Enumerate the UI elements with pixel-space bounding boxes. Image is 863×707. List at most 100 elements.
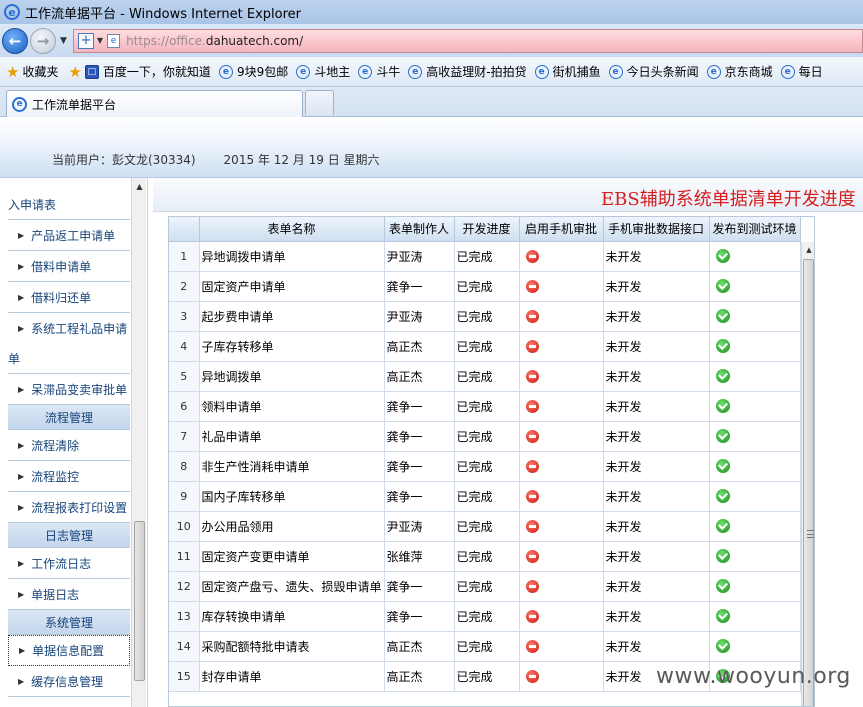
progress-cell: 已完成 xyxy=(454,301,520,332)
table-row[interactable]: 1 异地调拨申请单 尹亚涛 已完成 未开发 xyxy=(169,241,801,272)
ie-page-icon: e xyxy=(706,64,721,79)
sidebar-item[interactable]: ▶ 借料归还单 xyxy=(8,282,130,313)
sidebar-item[interactable]: ▶ 流程清除 xyxy=(8,430,130,461)
favorite-link[interactable]: e 每日 xyxy=(780,63,823,80)
table-row[interactable]: 10 办公用品领用 尹亚涛 已完成 未开发 xyxy=(169,511,801,542)
form-name-cell: 办公用品领用 xyxy=(199,511,385,542)
column-header[interactable] xyxy=(169,217,200,242)
column-header[interactable]: 表单名称 xyxy=(199,217,385,242)
sidebar-group-flow[interactable]: 流程管理 xyxy=(8,405,130,430)
sidebar-item[interactable]: ▶ 流程报表打印设置 xyxy=(8,492,130,523)
url-field[interactable]: + ▼ e https://office.dahuatech.com/ xyxy=(72,28,863,53)
sidebar-scrollbar[interactable]: ▲ xyxy=(131,178,146,707)
new-tab-button[interactable] xyxy=(305,90,334,115)
triangle-right-icon: ▶ xyxy=(18,324,25,333)
table-row[interactable]: 9 国内子库转移单 龚争一 已完成 未开发 xyxy=(169,481,801,512)
form-name-cell: 起步费申请单 xyxy=(199,301,385,332)
table-row[interactable]: 3 起步费申请单 尹亚涛 已完成 未开发 xyxy=(169,301,801,332)
column-header[interactable]: 发布到测试环境 xyxy=(709,217,801,242)
scroll-up-icon[interactable]: ▲ xyxy=(802,242,814,258)
tab-label: 工作流单据平台 xyxy=(32,97,117,112)
favorite-link[interactable]: e 9块9包邮 xyxy=(218,63,288,80)
sidebar-item-partial[interactable]: 入申请表 xyxy=(8,178,130,220)
favorites-button[interactable]: ★ 收藏夹 xyxy=(6,63,58,81)
favorite-link[interactable]: e 高收益理财-拍拍贷 xyxy=(408,63,527,80)
column-header[interactable]: 启用手机审批 xyxy=(519,217,604,242)
sidebar-scroll-thumb[interactable] xyxy=(134,521,145,681)
forward-button[interactable]: → xyxy=(30,27,56,54)
grid-scroll-thumb[interactable] xyxy=(803,259,814,706)
table-header-row: 表单名称 表单制作人 开发进度 启用手机审批 手机审批数据接口 发布到测试环境 xyxy=(169,217,801,242)
scroll-up-icon[interactable]: ▲ xyxy=(132,178,147,195)
author-cell: 高正杰 xyxy=(384,331,455,362)
sidebar-item[interactable]: ▶ 呆滞品变卖审批单 xyxy=(8,374,130,405)
triangle-right-icon: ▶ xyxy=(19,646,26,655)
table-row[interactable]: 13 库存转换申请单 龚争一 已完成 未开发 xyxy=(169,601,801,632)
ie-page-icon: e xyxy=(534,64,549,79)
favorite-link[interactable]: e 斗牛 xyxy=(358,63,400,80)
sidebar-group-log[interactable]: 日志管理 xyxy=(8,523,130,548)
favorite-link[interactable]: e 街机捕鱼 xyxy=(534,63,601,80)
sidebar-item[interactable]: ▶ 缓存信息管理 xyxy=(8,666,130,697)
grid-scrollbar[interactable]: ▲ xyxy=(801,242,814,706)
table-row[interactable]: 4 子库存转移单 高正杰 已完成 未开发 xyxy=(169,331,801,362)
sidebar-item-wrap-line2[interactable]: 单 xyxy=(8,344,130,374)
history-dropdown-icon[interactable]: ▼ xyxy=(60,36,67,46)
red-disabled-icon xyxy=(525,610,539,623)
table-row[interactable]: 11 固定资产变更申请单 张维萍 已完成 未开发 xyxy=(169,541,801,572)
author-cell: 龚争一 xyxy=(384,421,455,452)
address-bar: ← → ▼ + ▼ e https://office.dahuatech.com… xyxy=(0,24,863,57)
sidebar-item[interactable]: ▶ 产品返工申请单 xyxy=(8,220,130,251)
table-row[interactable]: 6 领料申请单 龚争一 已完成 未开发 xyxy=(169,391,801,422)
favorite-link[interactable]: □ 百度一下，你就知道 xyxy=(84,63,211,80)
favorite-link[interactable]: e 今日头条新闻 xyxy=(608,63,699,80)
green-check-icon xyxy=(715,339,730,354)
table-row[interactable]: 5 异地调拨单 高正杰 已完成 未开发 xyxy=(169,361,801,392)
back-button[interactable]: ← xyxy=(2,27,28,54)
column-header[interactable]: 表单制作人 xyxy=(384,217,455,242)
sidebar-item[interactable]: ▶ 借料申请单 xyxy=(8,251,130,282)
progress-cell: 已完成 xyxy=(454,451,520,482)
ie-tab-icon: e xyxy=(12,96,27,112)
add-favorite-icon[interactable]: ★ xyxy=(68,63,81,81)
tab-row: e 工作流单据平台 xyxy=(0,87,863,117)
ie-page-icon: e xyxy=(218,64,233,79)
add-site-icon[interactable]: + xyxy=(77,32,94,49)
sidebar-item-selected[interactable]: ▶ 单据信息配置 xyxy=(8,635,130,666)
sidebar-item[interactable]: ▶ 单据日志 xyxy=(8,579,130,610)
green-check-icon xyxy=(715,519,730,534)
table-row[interactable]: 8 非生产性消耗申请单 龚争一 已完成 未开发 xyxy=(169,451,801,482)
row-number: 1 xyxy=(169,241,200,272)
tab-workflow-platform[interactable]: e 工作流单据平台 xyxy=(6,90,303,117)
progress-cell: 已完成 xyxy=(454,601,520,632)
progress-cell: 已完成 xyxy=(454,631,520,662)
sidebar-item[interactable]: ▶ 流程监控 xyxy=(8,461,130,492)
column-header[interactable]: 开发进度 xyxy=(454,217,520,242)
form-name-cell: 封存申请单 xyxy=(199,661,385,692)
form-name-cell: 异地调拨单 xyxy=(199,361,385,392)
test-release-cell xyxy=(709,331,801,362)
mobile-interface-cell: 未开发 xyxy=(603,451,710,482)
favorite-link[interactable]: e 斗地主 xyxy=(296,63,350,80)
ie-logo-icon: e xyxy=(4,4,20,20)
sidebar-group-sys[interactable]: 系统管理 xyxy=(8,610,130,635)
url-text[interactable]: https://office.dahuatech.com/ xyxy=(126,34,303,48)
sidebar-item-wrap-line1[interactable]: ▶ 系统工程礼品申请 xyxy=(8,313,130,344)
table-row[interactable]: 12 固定资产盘亏、遗失、损毁申请单 龚争一 已完成 未开发 xyxy=(169,571,801,602)
current-user: 当前用户：彭文龙(30334) xyxy=(52,153,196,167)
green-check-icon xyxy=(715,609,730,624)
row-number: 5 xyxy=(169,361,200,392)
ie-page-icon: e xyxy=(608,64,623,79)
column-header[interactable]: 手机审批数据接口 xyxy=(603,217,710,242)
form-name-cell: 非生产性消耗申请单 xyxy=(199,451,385,482)
table-row[interactable]: 14 采购配额特批申请表 高正杰 已完成 未开发 xyxy=(169,631,801,662)
table-row[interactable]: 7 礼品申请单 龚争一 已完成 未开发 xyxy=(169,421,801,452)
sidebar-item[interactable]: ▶ 工作流日志 xyxy=(8,548,130,579)
triangle-right-icon: ▶ xyxy=(18,261,25,271)
table-row[interactable]: 2 固定资产申请单 龚争一 已完成 未开发 xyxy=(169,271,801,302)
author-cell: 龚争一 xyxy=(384,481,455,512)
mobile-interface-cell: 未开发 xyxy=(603,571,710,602)
favorite-link[interactable]: e 京东商城 xyxy=(706,63,773,80)
site-dropdown-icon[interactable]: ▼ xyxy=(97,36,103,45)
triangle-right-icon: ▶ xyxy=(18,676,25,686)
